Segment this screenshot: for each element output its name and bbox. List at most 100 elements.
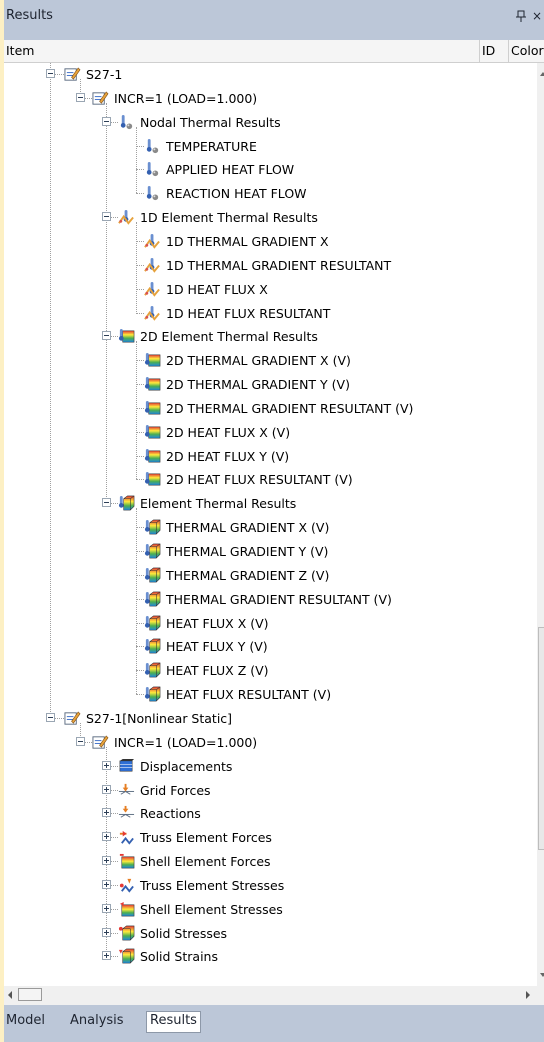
tree-item-label[interactable]: INCR=1 (LOAD=1.000) bbox=[114, 735, 257, 750]
scroll-down-icon[interactable] bbox=[540, 973, 544, 977]
tree-row[interactable]: THERMAL GRADIENT Z (V) bbox=[4, 564, 537, 588]
tree-row[interactable]: APPLIED HEAT FLOW bbox=[4, 158, 537, 182]
tree-row[interactable]: HEAT FLUX X (V) bbox=[4, 612, 537, 636]
tab-model[interactable]: Model bbox=[6, 1013, 45, 1028]
tree-row[interactable]: 2D HEAT FLUX RESULTANT (V) bbox=[4, 468, 537, 492]
collapse-minus-icon[interactable] bbox=[76, 736, 85, 746]
tree-item-label[interactable]: 2D THERMAL GRADIENT Y (V) bbox=[166, 377, 350, 392]
scroll-right-icon[interactable] bbox=[526, 991, 530, 999]
tree-row[interactable]: Grid Forces bbox=[4, 779, 537, 803]
tree-item-label[interactable]: Solid Stresses bbox=[140, 926, 227, 941]
tree-row[interactable]: HEAT FLUX Y (V) bbox=[4, 635, 537, 659]
tree-item-label[interactable]: 2D THERMAL GRADIENT RESULTANT (V) bbox=[166, 401, 413, 416]
tree-row[interactable]: Shell Element Forces bbox=[4, 850, 537, 874]
tree-row[interactable]: 2D THERMAL GRADIENT Y (V) bbox=[4, 373, 537, 397]
tree-item-label[interactable]: 2D Element Thermal Results bbox=[140, 329, 318, 344]
close-icon[interactable]: × bbox=[532, 9, 544, 23]
scroll-left-icon[interactable] bbox=[8, 991, 12, 999]
tree-row[interactable]: 2D HEAT FLUX X (V) bbox=[4, 421, 537, 445]
tab-analysis[interactable]: Analysis bbox=[70, 1013, 124, 1028]
tree-item-label[interactable]: APPLIED HEAT FLOW bbox=[166, 162, 294, 177]
tree-row[interactable]: Truss Element Forces bbox=[4, 826, 537, 850]
collapse-minus-icon[interactable] bbox=[46, 712, 55, 722]
tree-row[interactable]: 2D HEAT FLUX Y (V) bbox=[4, 445, 537, 469]
tree-item-label[interactable]: Shell Element Forces bbox=[140, 854, 271, 869]
expand-plus-icon[interactable] bbox=[102, 760, 111, 770]
results-tree[interactable]: S27-1 INCR=1 (LOAD=1.000) Nodal Thermal Re… bbox=[4, 63, 537, 986]
tree-item-label[interactable]: 2D THERMAL GRADIENT X (V) bbox=[166, 353, 351, 368]
tree-item-label[interactable]: S27-1 bbox=[86, 67, 122, 82]
tree-row[interactable]: S27-1[Nonlinear Static] bbox=[4, 707, 537, 731]
collapse-minus-icon[interactable] bbox=[102, 116, 111, 126]
collapse-minus-icon[interactable] bbox=[102, 498, 111, 508]
tree-row[interactable]: S27-1 bbox=[4, 63, 537, 87]
tree-row[interactable]: THERMAL GRADIENT X (V) bbox=[4, 516, 537, 540]
tree-item-label[interactable]: HEAT FLUX X (V) bbox=[166, 616, 269, 631]
tree-row[interactable]: Reactions bbox=[4, 802, 537, 826]
tree-item-label[interactable]: 1D THERMAL GRADIENT X bbox=[166, 234, 329, 249]
tree-item-label[interactable]: 2D HEAT FLUX RESULTANT (V) bbox=[166, 472, 353, 487]
tree-row[interactable]: 2D THERMAL GRADIENT RESULTANT (V) bbox=[4, 397, 537, 421]
tree-item-label[interactable]: HEAT FLUX RESULTANT (V) bbox=[166, 687, 331, 702]
tree-item-label[interactable]: S27-1[Nonlinear Static] bbox=[86, 711, 232, 726]
tree-row[interactable]: 2D THERMAL GRADIENT X (V) bbox=[4, 349, 537, 373]
tree-row[interactable]: Nodal Thermal Results bbox=[4, 111, 537, 135]
expand-plus-icon[interactable] bbox=[102, 784, 111, 794]
tree-row[interactable]: INCR=1 (LOAD=1.000) bbox=[4, 87, 537, 111]
collapse-minus-icon[interactable] bbox=[46, 69, 55, 78]
expand-plus-icon[interactable] bbox=[102, 832, 111, 842]
expand-plus-icon[interactable] bbox=[102, 951, 111, 961]
tree-item-label[interactable]: THERMAL GRADIENT Z (V) bbox=[166, 568, 329, 583]
tree-row[interactable]: Solid Strains bbox=[4, 945, 537, 969]
tree-row[interactable]: HEAT FLUX Z (V) bbox=[4, 659, 537, 683]
tree-row[interactable]: Solid Stresses bbox=[4, 922, 537, 946]
tree-item-label[interactable]: Reactions bbox=[140, 806, 201, 821]
tree-row[interactable]: 1D HEAT FLUX RESULTANT bbox=[4, 302, 537, 326]
tree-item-label[interactable]: Displacements bbox=[140, 759, 232, 774]
tree-item-label[interactable]: HEAT FLUX Y (V) bbox=[166, 639, 268, 654]
tree-row[interactable]: 1D HEAT FLUX X bbox=[4, 278, 537, 302]
tree-item-label[interactable]: THERMAL GRADIENT X (V) bbox=[166, 520, 329, 535]
tree-item-label[interactable]: INCR=1 (LOAD=1.000) bbox=[114, 91, 257, 106]
collapse-minus-icon[interactable] bbox=[76, 92, 85, 102]
tree-row[interactable]: THERMAL GRADIENT Y (V) bbox=[4, 540, 537, 564]
tree-row[interactable]: 2D Element Thermal Results bbox=[4, 325, 537, 349]
tree-row[interactable]: THERMAL GRADIENT RESULTANT (V) bbox=[4, 588, 537, 612]
tree-item-label[interactable]: Grid Forces bbox=[140, 783, 211, 798]
tree-item-label[interactable]: HEAT FLUX Z (V) bbox=[166, 663, 269, 678]
tree-item-label[interactable]: Shell Element Stresses bbox=[140, 902, 283, 917]
tree-item-label[interactable]: Truss Element Stresses bbox=[140, 878, 284, 893]
scroll-up-icon[interactable] bbox=[540, 72, 544, 76]
column-id[interactable]: ID bbox=[479, 40, 495, 62]
tree-item-label[interactable]: 1D THERMAL GRADIENT RESULTANT bbox=[166, 258, 391, 273]
tree-row[interactable]: Element Thermal Results bbox=[4, 492, 537, 516]
tree-item-label[interactable]: THERMAL GRADIENT Y (V) bbox=[166, 544, 328, 559]
tree-row[interactable]: Truss Element Stresses bbox=[4, 874, 537, 898]
collapse-minus-icon[interactable] bbox=[102, 212, 111, 222]
tree-item-label[interactable]: 1D HEAT FLUX X bbox=[166, 282, 268, 297]
expand-plus-icon[interactable] bbox=[102, 856, 111, 866]
tree-row[interactable]: Shell Element Stresses bbox=[4, 898, 537, 922]
expand-plus-icon[interactable] bbox=[102, 927, 111, 937]
pin-icon[interactable] bbox=[514, 9, 528, 23]
tab-results[interactable]: Results bbox=[146, 1011, 201, 1033]
expand-plus-icon[interactable] bbox=[102, 808, 111, 818]
tree-row[interactable]: 1D THERMAL GRADIENT RESULTANT bbox=[4, 254, 537, 278]
expand-plus-icon[interactable] bbox=[102, 879, 111, 889]
vertical-scrollbar[interactable] bbox=[537, 63, 544, 986]
tree-row[interactable]: INCR=1 (LOAD=1.000) bbox=[4, 731, 537, 755]
tree-item-label[interactable]: Element Thermal Results bbox=[140, 496, 296, 511]
tree-row[interactable]: 1D THERMAL GRADIENT X bbox=[4, 230, 537, 254]
tree-row[interactable]: REACTION HEAT FLOW bbox=[4, 182, 537, 206]
tree-item-label[interactable]: 1D Element Thermal Results bbox=[140, 210, 318, 225]
tree-row[interactable]: HEAT FLUX RESULTANT (V) bbox=[4, 683, 537, 707]
horizontal-scroll-thumb[interactable] bbox=[18, 988, 42, 1001]
vertical-scroll-thumb[interactable] bbox=[538, 627, 544, 850]
tree-item-label[interactable]: TEMPERATURE bbox=[166, 139, 257, 154]
column-color[interactable]: Color bbox=[508, 40, 544, 62]
horizontal-scrollbar[interactable] bbox=[4, 986, 537, 1004]
tree-row[interactable]: Displacements bbox=[4, 755, 537, 779]
tree-item-label[interactable]: Truss Element Forces bbox=[140, 830, 272, 845]
tree-row[interactable]: 1D Element Thermal Results bbox=[4, 206, 537, 230]
tree-item-label[interactable]: Nodal Thermal Results bbox=[140, 115, 281, 130]
